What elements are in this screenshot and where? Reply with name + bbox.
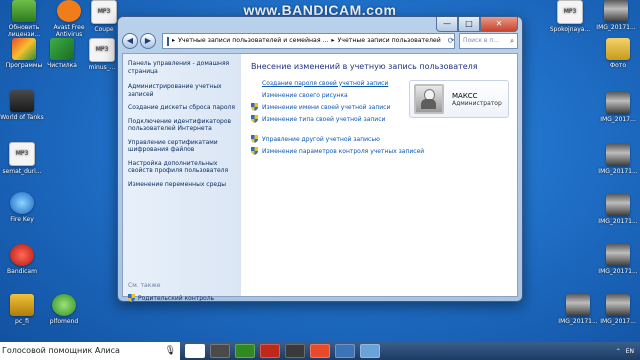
control-panel-icon — [167, 36, 169, 46]
see-also-title: См. также — [128, 282, 161, 289]
photo-file-icon — [606, 244, 630, 266]
desktop-icon-img[interactable]: IMG_20171... — [596, 244, 640, 275]
sidebar-link-parental-controls[interactable]: Родительский контроль — [128, 294, 214, 302]
taskbar-search-box[interactable]: Голосовой помощник Алиса 🎙 — [0, 342, 180, 360]
pc-icon — [10, 294, 34, 316]
sidebar-link-online-ids[interactable]: Подключение идентификаторов пользователе… — [128, 118, 237, 133]
task-manage-other-account[interactable]: Управление другой учетной записью — [251, 135, 509, 143]
taskbar-control-panel[interactable] — [360, 344, 380, 358]
address-separator: ▸ — [172, 37, 176, 44]
user-name: МАКСС — [452, 91, 478, 100]
photo-file-icon — [606, 194, 630, 216]
user-role: Администратор — [452, 99, 502, 107]
user-accounts-window: — □ ✕ ◀ ▶ ▸ Учетные записи пользователей… — [117, 16, 523, 302]
photo-file-icon — [606, 294, 630, 316]
cleaner-icon — [50, 38, 74, 60]
desktop-icon-bandicam[interactable]: Bandicam — [0, 244, 44, 275]
address-separator: ▸ — [331, 37, 335, 44]
desktop-icon-world-of-tanks[interactable]: World of Tanks — [0, 90, 44, 121]
mp3-file-icon: MP3 — [89, 38, 115, 62]
desktop-icon-img[interactable]: IMG_2017... — [596, 92, 640, 123]
desktop-icon-img[interactable]: IMG_20171... — [594, 0, 638, 31]
desktop-icon-pc[interactable]: pc_fi — [0, 294, 44, 325]
sidebar-link-manage-accounts[interactable]: Администрирование учетных записей — [128, 83, 237, 98]
taskbar: Голосовой помощник Алиса 🎙 ⌃ EN — [0, 342, 640, 360]
tanks-icon — [10, 90, 34, 112]
taskbar-bandicam[interactable] — [260, 344, 280, 358]
uac-shield-icon — [251, 115, 258, 123]
desktop-icon-img[interactable]: IMG_2017... — [596, 294, 640, 325]
taskbar-torrent[interactable] — [235, 344, 255, 358]
user-account-card: МАКСС Администратор — [409, 80, 509, 118]
mp3-file-icon: MP3 — [91, 0, 117, 24]
sidebar: Панель управления - домашняя страница Ад… — [123, 54, 241, 302]
refresh-icon[interactable]: ⟳ — [444, 34, 454, 48]
uac-shield-icon — [251, 147, 258, 155]
search-icon: ⌕ — [510, 37, 514, 45]
desktop-icon-fire-key[interactable]: Fire Key — [0, 192, 44, 223]
update-icon — [12, 0, 36, 22]
photo-file-icon — [606, 92, 630, 114]
minimize-button[interactable]: — — [436, 17, 458, 32]
desktop-icon-img[interactable]: IMG_20171... — [556, 294, 600, 325]
sidebar-link-environment-variables[interactable]: Изменение переменных среды — [128, 181, 237, 189]
torrent-icon — [52, 294, 76, 316]
taskbar-tanks-launcher[interactable] — [285, 344, 305, 358]
sidebar-link-advanced-profile[interactable]: Настройка дополнительных свойств профиля… — [128, 160, 237, 175]
uac-shield-icon — [251, 135, 258, 143]
main-pane: Внесение изменений в учетную запись поль… — [241, 54, 517, 296]
window-content: Панель управления - домашняя страница Ад… — [122, 53, 518, 302]
language-indicator[interactable]: EN — [626, 348, 634, 355]
mp3-file-icon: MP3 — [557, 0, 583, 24]
close-button[interactable]: ✕ — [480, 17, 518, 32]
desktop-icon-spokojnaya[interactable]: MP3 Spokojnaya... — [548, 0, 592, 33]
taskbar-media-player[interactable] — [310, 344, 330, 358]
taskbar-explorer[interactable] — [335, 344, 355, 358]
programs-icon — [12, 38, 36, 60]
uac-shield-icon — [128, 294, 135, 302]
desktop-icon-img[interactable]: IMG_20171... — [596, 144, 640, 175]
microphone-icon[interactable]: 🎙 — [165, 342, 176, 360]
maximize-button[interactable]: □ — [458, 17, 480, 32]
address-bar[interactable]: ▸ Учетные записи пользователей и семейна… — [162, 33, 455, 49]
system-tray: ⌃ EN — [616, 348, 640, 355]
photo-file-icon — [606, 144, 630, 166]
desktop-icon-torrent[interactable]: plfomend — [42, 294, 86, 325]
desktop-icon-update-license[interactable]: Обновить лицензи... — [2, 0, 46, 38]
desktop-icon-photo-folder[interactable]: Фото — [596, 38, 640, 69]
breadcrumb-user-accounts[interactable]: Учетные записи пользователей — [338, 34, 441, 48]
bandicam-icon — [10, 244, 34, 266]
folder-icon — [606, 38, 630, 60]
taskbar-yandex-browser[interactable] — [185, 344, 205, 358]
mp3-file-icon: MP3 — [9, 142, 35, 166]
sidebar-link-encryption-certificates[interactable]: Управление сертификатами шифрования файл… — [128, 139, 237, 154]
fire-key-icon — [10, 192, 34, 214]
photo-file-icon — [566, 294, 590, 316]
back-button[interactable]: ◀ — [122, 33, 138, 49]
navigation-bar: ◀ ▶ ▸ Учетные записи пользователей и сем… — [122, 31, 518, 51]
task-uac-settings[interactable]: Изменение параметров контроля учетных за… — [251, 147, 509, 155]
uac-shield-icon — [251, 103, 258, 111]
breadcrumb-family-safety[interactable]: Учетные записи пользователей и семейная … — [178, 34, 328, 48]
sidebar-link-password-reset-disk[interactable]: Создание дискеты сброса пароля — [128, 104, 237, 112]
avast-icon — [57, 0, 81, 22]
avatar — [414, 84, 444, 114]
sidebar-link-control-panel-home[interactable]: Панель управления - домашняя страница — [128, 60, 237, 75]
tray-chevron-icon[interactable]: ⌃ — [616, 348, 621, 355]
desktop-icon-cleaner[interactable]: Чистилка — [40, 38, 84, 69]
forward-button[interactable]: ▶ — [140, 33, 156, 49]
desktop-icon-semat[interactable]: MP3 semat_duri... — [0, 142, 44, 175]
taskbar-world-of-tanks[interactable] — [210, 344, 230, 358]
desktop-icon-img[interactable]: IMG_20171... — [596, 194, 640, 225]
page-title: Внесение изменений в учетную запись поль… — [251, 62, 478, 71]
search-input[interactable]: Поиск в п... ⌕ — [459, 33, 518, 49]
photo-file-icon — [604, 0, 628, 22]
